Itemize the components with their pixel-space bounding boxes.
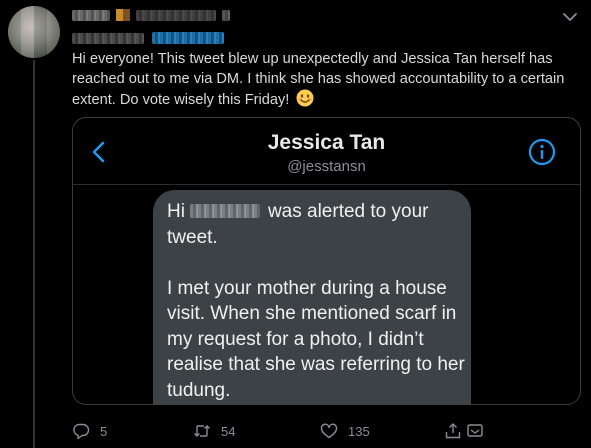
tweet-body: Hi everyone! This tweet blew up unexpect… (72, 51, 565, 108)
retweet-button[interactable]: 54 (193, 420, 235, 442)
retweet-count: 54 (221, 423, 236, 439)
share-dm-icon (467, 424, 483, 437)
thread-line (33, 60, 35, 448)
message-greeting: Hi (167, 201, 185, 222)
reply-count: 5 (100, 423, 108, 439)
redacted-name (189, 204, 260, 218)
redacted-emoji (116, 9, 130, 21)
smiling-face-emoji-icon (296, 89, 314, 107)
dm-contact-name: Jessica Tan (267, 131, 386, 154)
tweet-text: Hi everyone! This tweet blew up unexpect… (72, 49, 577, 110)
redacted-link (152, 32, 224, 44)
retweet-icon (194, 425, 210, 437)
dm-contact-handle: @jesstansn (287, 158, 366, 175)
message-paragraph-1: Hi was alerted to your tweet. (167, 199, 467, 250)
redacted-display-name-extra (136, 9, 216, 21)
redacted-handle (72, 32, 144, 44)
author-handle-redacted[interactable] (72, 30, 224, 46)
author-name-redacted[interactable] (72, 6, 230, 24)
like-count: 135 (348, 423, 370, 439)
share-button[interactable] (444, 420, 494, 442)
chevron-down-icon[interactable] (561, 8, 579, 26)
embedded-dm-screenshot[interactable]: Jessica Tan @jesstansn Hi was alerted to … (72, 117, 581, 405)
dm-header: Jessica Tan @jesstansn (73, 118, 580, 185)
share-icon (445, 423, 461, 439)
redacted-dot (222, 9, 230, 21)
redacted-display-name (72, 9, 110, 21)
heart-icon (320, 423, 338, 439)
like-button[interactable]: 135 (320, 420, 370, 442)
info-icon (528, 138, 556, 166)
avatar-pixelation (8, 6, 60, 58)
message-text: Hi was alerted to your tweet. I met your … (167, 199, 467, 403)
avatar[interactable] (8, 6, 60, 58)
reply-icon (73, 423, 90, 440)
message-paragraph-2: I met your mother during a house visit. … (167, 277, 465, 401)
reply-button[interactable]: 5 (72, 420, 107, 442)
tweet-actions: 5 54 135 (72, 420, 492, 444)
